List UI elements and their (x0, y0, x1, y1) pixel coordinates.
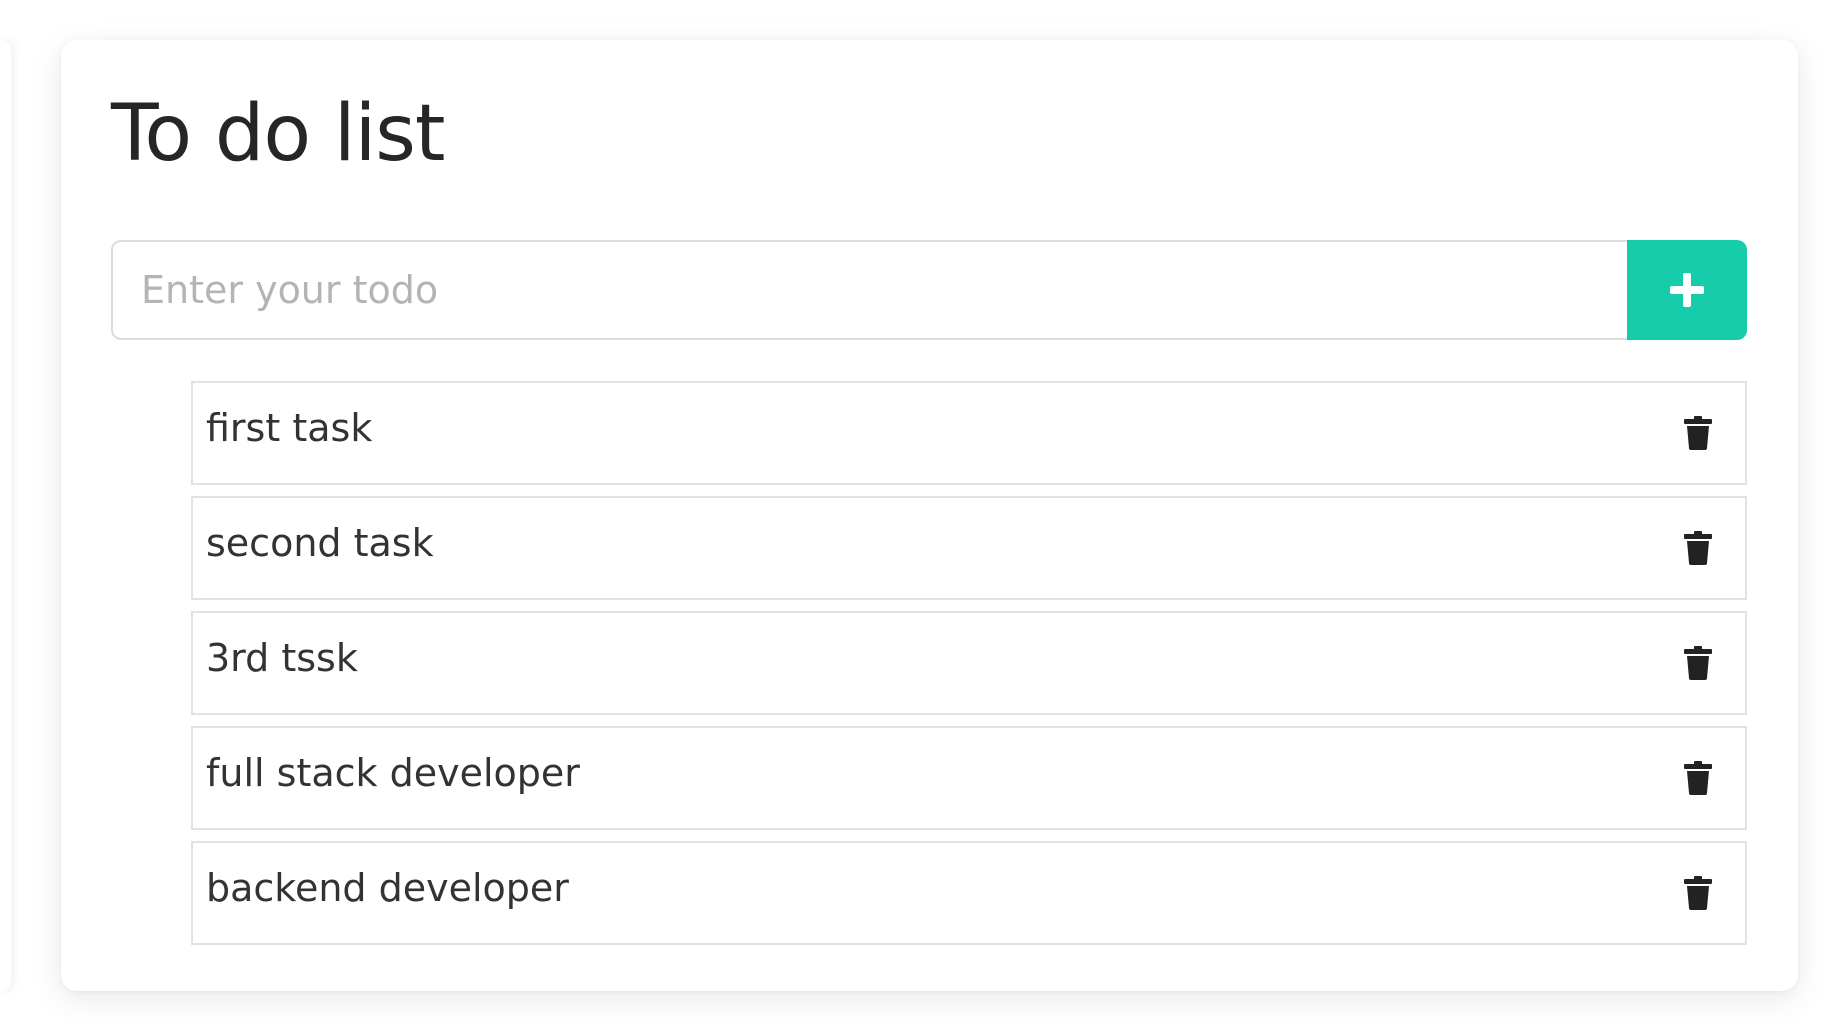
todo-item-text: 3rd tssk (206, 636, 358, 680)
trash-icon[interactable] (1681, 414, 1715, 452)
todo-item-text: second task (206, 521, 434, 565)
todo-item: second task (191, 496, 1747, 600)
trash-icon[interactable] (1681, 759, 1715, 797)
trash-icon[interactable] (1681, 529, 1715, 567)
todo-input[interactable] (111, 240, 1627, 340)
trash-icon[interactable] (1681, 644, 1715, 682)
todo-card: To do list first task second task (61, 40, 1798, 991)
todo-item: 3rd tssk (191, 611, 1747, 715)
todo-item-text: first task (206, 406, 373, 450)
trash-icon[interactable] (1681, 874, 1715, 912)
add-todo-button[interactable] (1627, 240, 1747, 340)
page-title: To do list (111, 89, 445, 179)
todo-item: full stack developer (191, 726, 1747, 830)
todo-item: backend developer (191, 841, 1747, 945)
todo-item-text: full stack developer (206, 751, 580, 795)
background-panel-edge (0, 40, 11, 991)
todo-list: first task second task 3rd tssk full sta… (191, 381, 1747, 956)
plus-icon (1670, 273, 1704, 307)
todo-item: first task (191, 381, 1747, 485)
todo-input-row (111, 240, 1747, 340)
todo-item-text: backend developer (206, 866, 569, 910)
